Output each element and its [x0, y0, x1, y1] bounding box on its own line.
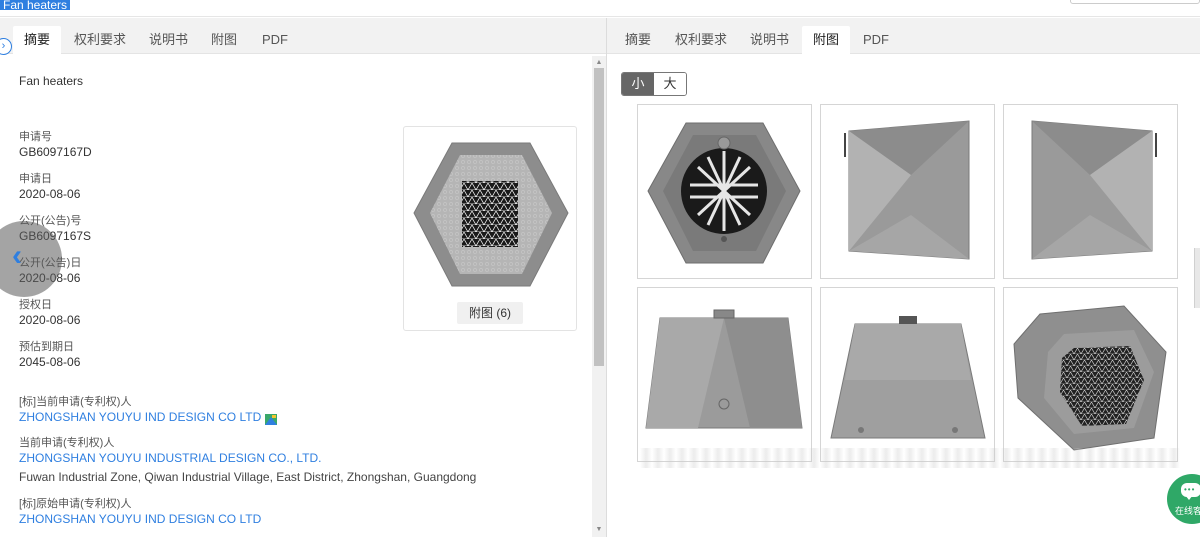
chevron-left-icon: ‹: [12, 239, 22, 272]
figure-1[interactable]: [637, 104, 812, 279]
watermark-overlay: [640, 448, 1180, 468]
left-scrollbar-thumb[interactable]: [594, 68, 604, 366]
left-scrollbar[interactable]: ▲ ▼: [592, 56, 606, 537]
current-applicant-std-link[interactable]: ZHONGSHAN YOUYU IND DESIGN CO LTD: [19, 410, 261, 424]
top-bar: Fan heaters: [0, 0, 1200, 17]
chat-dots-icon: •••: [1184, 485, 1196, 494]
application-number-value: GB6097167D: [19, 145, 92, 159]
current-applicant-std-label: [标]当前申请(专利权)人: [19, 396, 132, 408]
application-date-label: 申请日: [19, 173, 52, 185]
abstract-title: Fan heaters: [19, 74, 84, 88]
scroll-up-arrow-icon[interactable]: ▲: [594, 58, 604, 68]
left-tab-bar: 摘要 权利要求 说明书 附图 PDF: [0, 18, 606, 54]
current-applicant-label: 当前申请(专利权)人: [19, 437, 115, 449]
selected-title-text[interactable]: Fan heaters: [0, 0, 71, 10]
right-tab-bar: 摘要 权利要求 说明书 附图 PDF: [607, 18, 1200, 54]
drawing-thumbnail-card[interactable]: 附图 (6): [403, 126, 577, 331]
left-tab-claims[interactable]: 权利要求: [63, 26, 137, 54]
original-applicant-std-label: [标]原始申请(专利权)人: [19, 498, 132, 510]
size-small-button[interactable]: 小: [622, 73, 654, 95]
size-large-button[interactable]: 大: [654, 73, 686, 95]
current-applicant-std-row: ZHONGSHAN YOUYU IND DESIGN CO LTD: [19, 410, 278, 425]
right-tab-pdf[interactable]: PDF: [852, 26, 900, 54]
image-size-toggle: 小 大: [621, 72, 687, 96]
figure-5[interactable]: [820, 287, 995, 462]
left-tab-pdf[interactable]: PDF: [251, 26, 299, 54]
right-tab-description[interactable]: 说明书: [739, 26, 800, 54]
original-applicant-std-link[interactable]: ZHONGSHAN YOUYU IND DESIGN CO LTD: [19, 512, 261, 526]
figure-6[interactable]: [1003, 287, 1178, 462]
drawing-thumbnail-image[interactable]: [412, 141, 570, 291]
right-side-handle[interactable]: [1194, 248, 1200, 308]
applicant-address: Fuwan Industrial Zone, Qiwan Industrial …: [19, 470, 477, 484]
app-root: Fan heaters 摘要 权利要求 说明书 附图 PDF › Fan hea…: [0, 0, 1200, 537]
expiry-date-label: 预估到期日: [19, 341, 74, 353]
application-date-value: 2020-08-06: [19, 187, 81, 201]
right-tab-abstract[interactable]: 摘要: [614, 26, 662, 54]
left-tab-drawings[interactable]: 附图: [200, 26, 248, 54]
figure-3[interactable]: [1003, 104, 1178, 279]
current-applicant-link[interactable]: ZHONGSHAN YOUYU INDUSTRIAL DESIGN CO., L…: [19, 451, 321, 465]
scroll-down-arrow-icon[interactable]: ▼: [594, 525, 604, 535]
drawings-count-button[interactable]: 附图 (6): [457, 302, 523, 324]
grant-date-label: 授权日: [19, 299, 52, 311]
company-map-icon[interactable]: [265, 412, 278, 425]
chat-label: 在线客: [1175, 506, 1200, 516]
right-tab-drawings[interactable]: 附图: [802, 26, 851, 54]
left-tab-description[interactable]: 说明书: [138, 26, 199, 54]
expiry-date-value: 2045-08-06: [19, 355, 81, 369]
search-input[interactable]: [1070, 0, 1200, 4]
figure-2[interactable]: [820, 104, 995, 279]
grant-date-value: 2020-08-06: [19, 313, 81, 327]
left-pane: 摘要 权利要求 说明书 附图 PDF › Fan heaters 申请号 GB6…: [0, 18, 606, 537]
right-tab-claims[interactable]: 权利要求: [664, 26, 738, 54]
application-number-label: 申请号: [19, 131, 52, 143]
left-tab-abstract[interactable]: 摘要: [13, 26, 62, 54]
figure-4[interactable]: [637, 287, 812, 462]
